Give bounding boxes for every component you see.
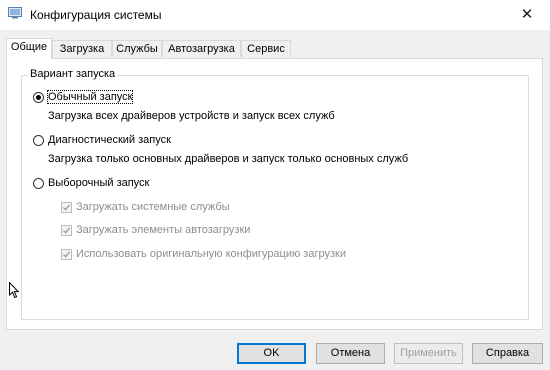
check-label: Загружать системные службы — [76, 201, 230, 213]
tab-services[interactable]: Службы — [112, 40, 162, 57]
radio-selected-dot — [36, 95, 41, 100]
cancel-button[interactable]: Отмена — [316, 343, 385, 364]
close-button[interactable]: ✕ — [504, 0, 550, 30]
check-label: Загружать элементы автозагрузки — [76, 224, 251, 236]
system-config-icon — [8, 7, 22, 19]
checkbox[interactable] — [61, 249, 72, 260]
radio-button[interactable] — [33, 135, 44, 146]
normal-startup-description: Загрузка всех драйверов устройств и запу… — [48, 110, 335, 122]
tab-tools[interactable]: Сервис — [241, 40, 291, 57]
tab-startup[interactable]: Автозагрузка — [162, 40, 241, 57]
help-button[interactable]: Справка — [472, 343, 543, 364]
checkbox[interactable] — [61, 225, 72, 236]
checkmark-icon — [63, 204, 71, 211]
checkbox[interactable] — [61, 202, 72, 213]
window-title: Конфигурация системы — [30, 8, 162, 22]
radio-label[interactable]: Диагностический запуск — [48, 134, 171, 146]
tab-general[interactable]: Общие — [6, 38, 52, 59]
apply-button[interactable]: Применить — [394, 343, 463, 364]
group-legend: Вариант запуска — [28, 68, 118, 80]
checkmark-icon — [63, 227, 71, 234]
radio-button[interactable] — [33, 178, 44, 189]
tab-boot[interactable]: Загрузка — [52, 40, 112, 57]
checkmark-icon — [63, 251, 71, 258]
mouse-cursor-icon — [9, 281, 20, 299]
ok-button[interactable]: OK — [237, 343, 306, 364]
check-label: Использовать оригинальную конфигурацию з… — [76, 248, 346, 260]
title-bar: Конфигурация системы ✕ — [0, 0, 550, 30]
diagnostic-startup-description: Загрузка только основных драйверов и зап… — [48, 153, 409, 165]
radio-button[interactable] — [33, 92, 44, 103]
radio-label[interactable]: Обычный запуск — [46, 90, 134, 104]
radio-label[interactable]: Выборочный запуск — [48, 177, 149, 189]
